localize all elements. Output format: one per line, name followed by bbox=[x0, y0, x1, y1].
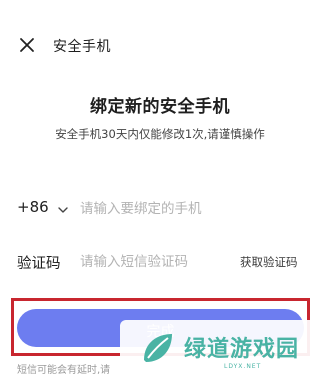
close-icon[interactable] bbox=[16, 34, 38, 56]
watermark: 绿道游戏园 LDYX.NET bbox=[120, 320, 320, 380]
page-title: 安全手机 bbox=[53, 39, 111, 55]
phone-input[interactable] bbox=[80, 197, 295, 221]
get-code-button[interactable]: 获取验证码 bbox=[240, 254, 298, 270]
phone-row: +86 bbox=[0, 194, 320, 224]
bind-phone-screen: 安全手机 绑定新的安全手机 安全手机30天内仅能修改1次,请谨慎操作 +86 验… bbox=[0, 0, 320, 380]
watermark-subtext: LDYX.NET bbox=[224, 363, 262, 370]
verification-row: 验证码 获取验证码 bbox=[0, 247, 320, 277]
top-bar: 安全手机 bbox=[0, 28, 320, 64]
watermark-text: 绿道游戏园 bbox=[184, 337, 300, 362]
leaf-logo-icon bbox=[138, 330, 176, 368]
chevron-down-icon[interactable] bbox=[56, 202, 70, 216]
verification-code-label: 验证码 bbox=[17, 256, 61, 272]
verification-code-input[interactable] bbox=[80, 250, 230, 274]
country-code-selector[interactable]: +86 bbox=[17, 198, 49, 216]
section-heading: 绑定新的安全手机 bbox=[90, 97, 230, 117]
sms-delay-hint: 短信可能会有延时,请 bbox=[17, 365, 111, 376]
notice-text: 安全手机30天内仅能修改1次,请谨慎操作 bbox=[55, 127, 265, 141]
